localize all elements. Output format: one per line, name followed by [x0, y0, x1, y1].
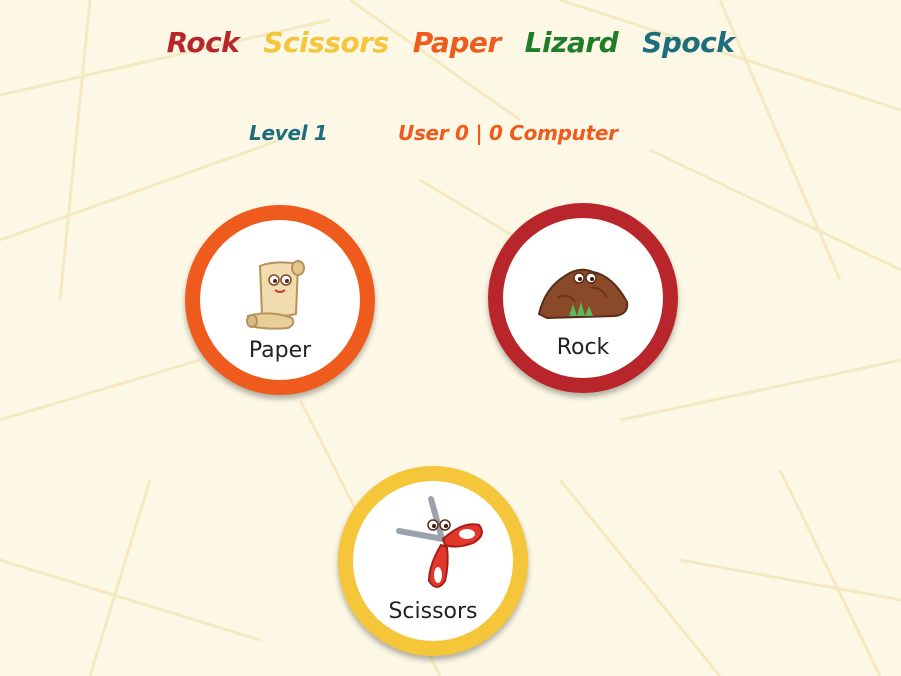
score-display: User 0 | 0 Computer [398, 121, 618, 145]
title-word-spock: Spock [642, 26, 735, 59]
level-indicator: Level 1 [249, 121, 328, 145]
title-word-scissors: Scissors [263, 26, 389, 59]
paper-choice-label: Paper [248, 338, 312, 363]
scissors-choice-label: Scissors [388, 599, 478, 624]
scissors-icon [396, 496, 483, 588]
paper-scroll-icon [246, 260, 305, 330]
paper-choice-button[interactable]: Paper [185, 205, 375, 395]
scissors-choice-button[interactable]: Scissors [338, 466, 528, 656]
game-title: Rock Scissors Paper Lizard Spock [0, 26, 901, 59]
title-word-rock: Rock [166, 26, 240, 59]
rock-choice-button[interactable]: Rock [488, 203, 678, 393]
rock-icon [537, 268, 629, 320]
title-word-lizard: Lizard [524, 26, 619, 59]
rock-choice-label: Rock [556, 335, 610, 360]
title-word-paper: Paper [412, 26, 501, 59]
